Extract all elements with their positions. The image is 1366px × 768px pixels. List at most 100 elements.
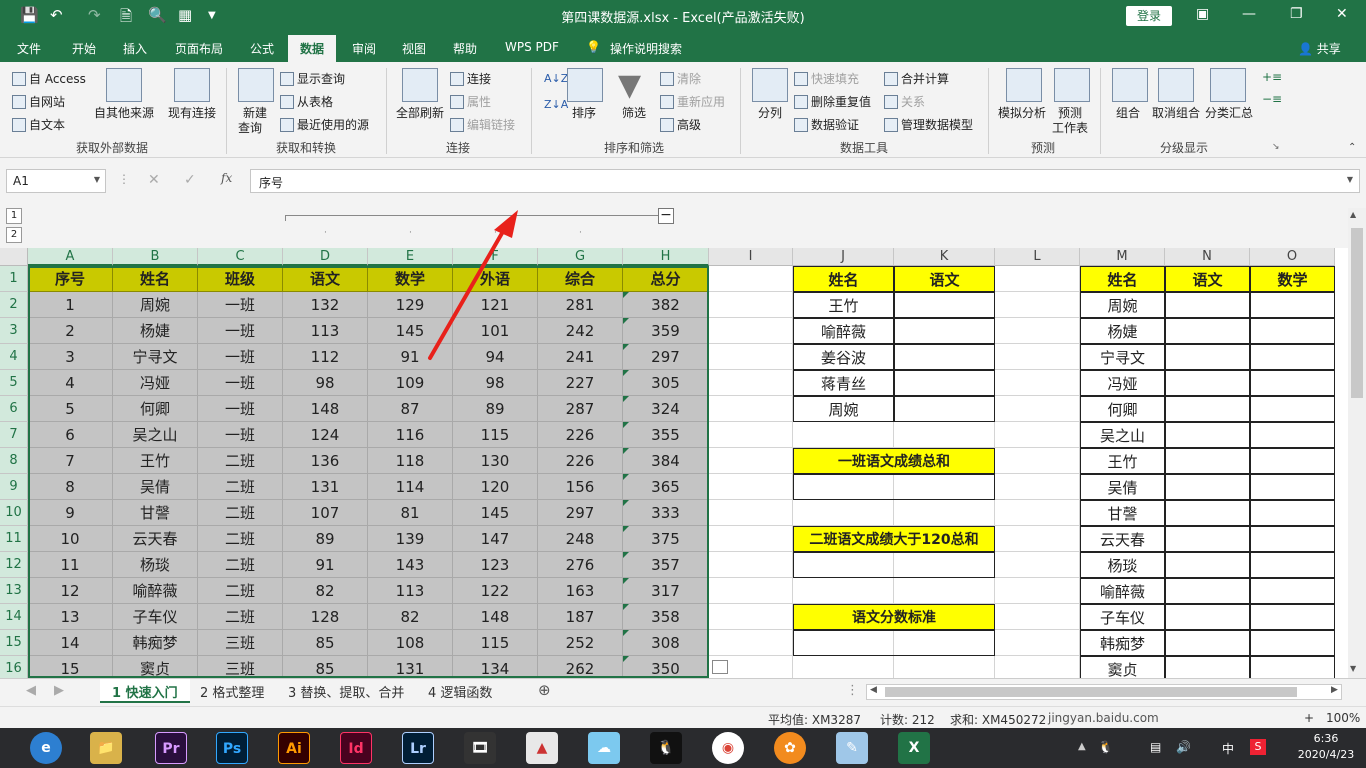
mno-name-cell[interactable]: 王竹 (1080, 448, 1165, 474)
lookup-name-cell[interactable]: 蒋青丝 (793, 370, 894, 396)
sort-za-icon[interactable]: Z↓A (544, 98, 568, 111)
mno-chinese-cell[interactable] (1165, 396, 1250, 422)
table-cell[interactable]: 276 (538, 552, 623, 578)
column-header[interactable]: I (709, 248, 793, 266)
table-cell[interactable]: 115 (453, 630, 538, 656)
lookup-name-cell[interactable]: 王竹 (793, 292, 894, 318)
table-cell[interactable]: 11 (28, 552, 113, 578)
subtotal-icon[interactable] (1210, 68, 1246, 102)
zoom-level[interactable]: 100% (1326, 711, 1360, 725)
mno-chinese-cell[interactable] (1165, 292, 1250, 318)
table-cell[interactable]: 382 (623, 292, 709, 318)
from-text-button[interactable]: 自文本 (12, 116, 65, 133)
table-cell[interactable]: 二班 (198, 578, 283, 604)
table-cell[interactable]: 98 (453, 370, 538, 396)
enter-icon[interactable]: ✓ (184, 172, 196, 188)
table-cell[interactable]: 384 (623, 448, 709, 474)
column-header[interactable]: N (1165, 248, 1250, 266)
close-icon[interactable]: ✕ (1336, 6, 1348, 22)
qq-icon[interactable]: 🐧 (650, 732, 682, 764)
empty-cell[interactable] (793, 500, 894, 526)
row-header[interactable]: 11 (0, 526, 28, 552)
from-table-button[interactable]: 从表格 (280, 93, 333, 110)
table-cell[interactable]: 15 (28, 656, 113, 678)
subtotal-button[interactable]: 分类汇总 (1205, 104, 1253, 121)
table-cell[interactable]: 145 (453, 500, 538, 526)
table-cell[interactable]: 134 (453, 656, 538, 678)
name-box[interactable]: A1 ▼ (6, 169, 106, 193)
chrome-icon[interactable]: ◉ (712, 732, 744, 764)
mno-name-cell[interactable]: 吴之山 (1080, 422, 1165, 448)
lookup-name-cell[interactable]: 姜谷波 (793, 344, 894, 370)
table-cell[interactable]: 87 (368, 396, 453, 422)
volume-icon[interactable]: 🔊 (1176, 740, 1191, 754)
table-cell[interactable]: 148 (283, 396, 368, 422)
mno-name-cell[interactable]: 吴倩 (1080, 474, 1165, 500)
worksheet-grid[interactable]: A B C D E F G H I J K L M N O 1 2 3 4 5 6 7 8 9 10 11 12 13 14 15 16 序号… (0, 248, 1348, 678)
row-header[interactable]: 9 (0, 474, 28, 500)
table-cell[interactable]: 242 (538, 318, 623, 344)
table-header-cell[interactable]: 语文 (283, 266, 368, 292)
empty-cell[interactable] (894, 578, 995, 604)
data-model-button[interactable]: 管理数据模型 (884, 116, 973, 133)
empty-cell[interactable] (894, 656, 995, 678)
mno-math-cell[interactable] (1250, 474, 1335, 500)
empty-cell[interactable] (709, 630, 793, 656)
mno-math-cell[interactable] (1250, 448, 1335, 474)
table-cell[interactable]: 358 (623, 604, 709, 630)
tab-file[interactable]: 文件 (17, 40, 41, 57)
row-header[interactable]: 13 (0, 578, 28, 604)
chinese-score-standard-title[interactable]: 语文分数标准 (793, 604, 995, 630)
mno-name-cell[interactable]: 窦贞 (1080, 656, 1165, 678)
table-cell[interactable]: 82 (283, 578, 368, 604)
add-sheet-icon[interactable]: ⊕ (538, 681, 551, 699)
column-header[interactable]: J (793, 248, 894, 266)
empty-cell[interactable] (709, 500, 793, 526)
table-cell[interactable]: 13 (28, 604, 113, 630)
mno-math-cell[interactable] (1250, 422, 1335, 448)
table-header-cell[interactable]: 姓名 (113, 266, 198, 292)
table-cell[interactable]: 云天春 (113, 526, 198, 552)
row-header[interactable]: 2 (0, 292, 28, 318)
illustrator-icon[interactable]: Ai (278, 732, 310, 764)
table-cell[interactable]: 二班 (198, 552, 283, 578)
table-cell[interactable]: 杨婕 (113, 318, 198, 344)
data-validation-button[interactable]: 数据验证 (794, 116, 859, 133)
table-cell[interactable]: 333 (623, 500, 709, 526)
table-cell[interactable]: 2 (28, 318, 113, 344)
tab-home[interactable]: 开始 (72, 40, 96, 57)
mno-chinese-cell[interactable] (1165, 370, 1250, 396)
from-access-button[interactable]: 自 Access (12, 70, 86, 87)
empty-cell[interactable] (995, 578, 1080, 604)
mno-math-cell[interactable] (1250, 552, 1335, 578)
scroll-thumb[interactable] (1351, 228, 1363, 398)
zoom-in-icon[interactable]: + (1304, 711, 1314, 725)
restore-icon[interactable]: ❐ (1290, 6, 1303, 22)
mno-name-cell[interactable]: 杨婕 (1080, 318, 1165, 344)
table-cell[interactable]: 98 (283, 370, 368, 396)
tab-view[interactable]: 视图 (402, 40, 426, 57)
mno-chinese-cell[interactable] (1165, 318, 1250, 344)
next-sheet-icon[interactable]: ▶ (54, 683, 64, 698)
table-cell[interactable]: 115 (453, 422, 538, 448)
column-header[interactable]: E (368, 248, 453, 266)
new-query-icon[interactable] (238, 68, 274, 102)
mno-chinese-cell[interactable] (1165, 526, 1250, 552)
table-cell[interactable]: 297 (538, 500, 623, 526)
other-sources-icon[interactable] (106, 68, 142, 102)
mno-math-cell[interactable] (1250, 344, 1335, 370)
table-cell[interactable]: 二班 (198, 448, 283, 474)
mno-name-cell[interactable]: 云天春 (1080, 526, 1165, 552)
table-cell[interactable]: 113 (368, 578, 453, 604)
empty-cell[interactable] (995, 344, 1080, 370)
table-cell[interactable]: 359 (623, 318, 709, 344)
table-header-cell[interactable]: 班级 (198, 266, 283, 292)
table-cell[interactable]: 91 (368, 344, 453, 370)
mno-chinese-cell[interactable] (1165, 630, 1250, 656)
share-button[interactable]: 👤 共享 (1298, 40, 1341, 57)
empty-cell[interactable] (995, 266, 1080, 292)
tab-review[interactable]: 审阅 (352, 40, 376, 57)
expand-formula-icon[interactable]: ▼ (1347, 175, 1353, 184)
minimize-icon[interactable]: — (1242, 6, 1256, 22)
empty-cell[interactable] (995, 656, 1080, 678)
